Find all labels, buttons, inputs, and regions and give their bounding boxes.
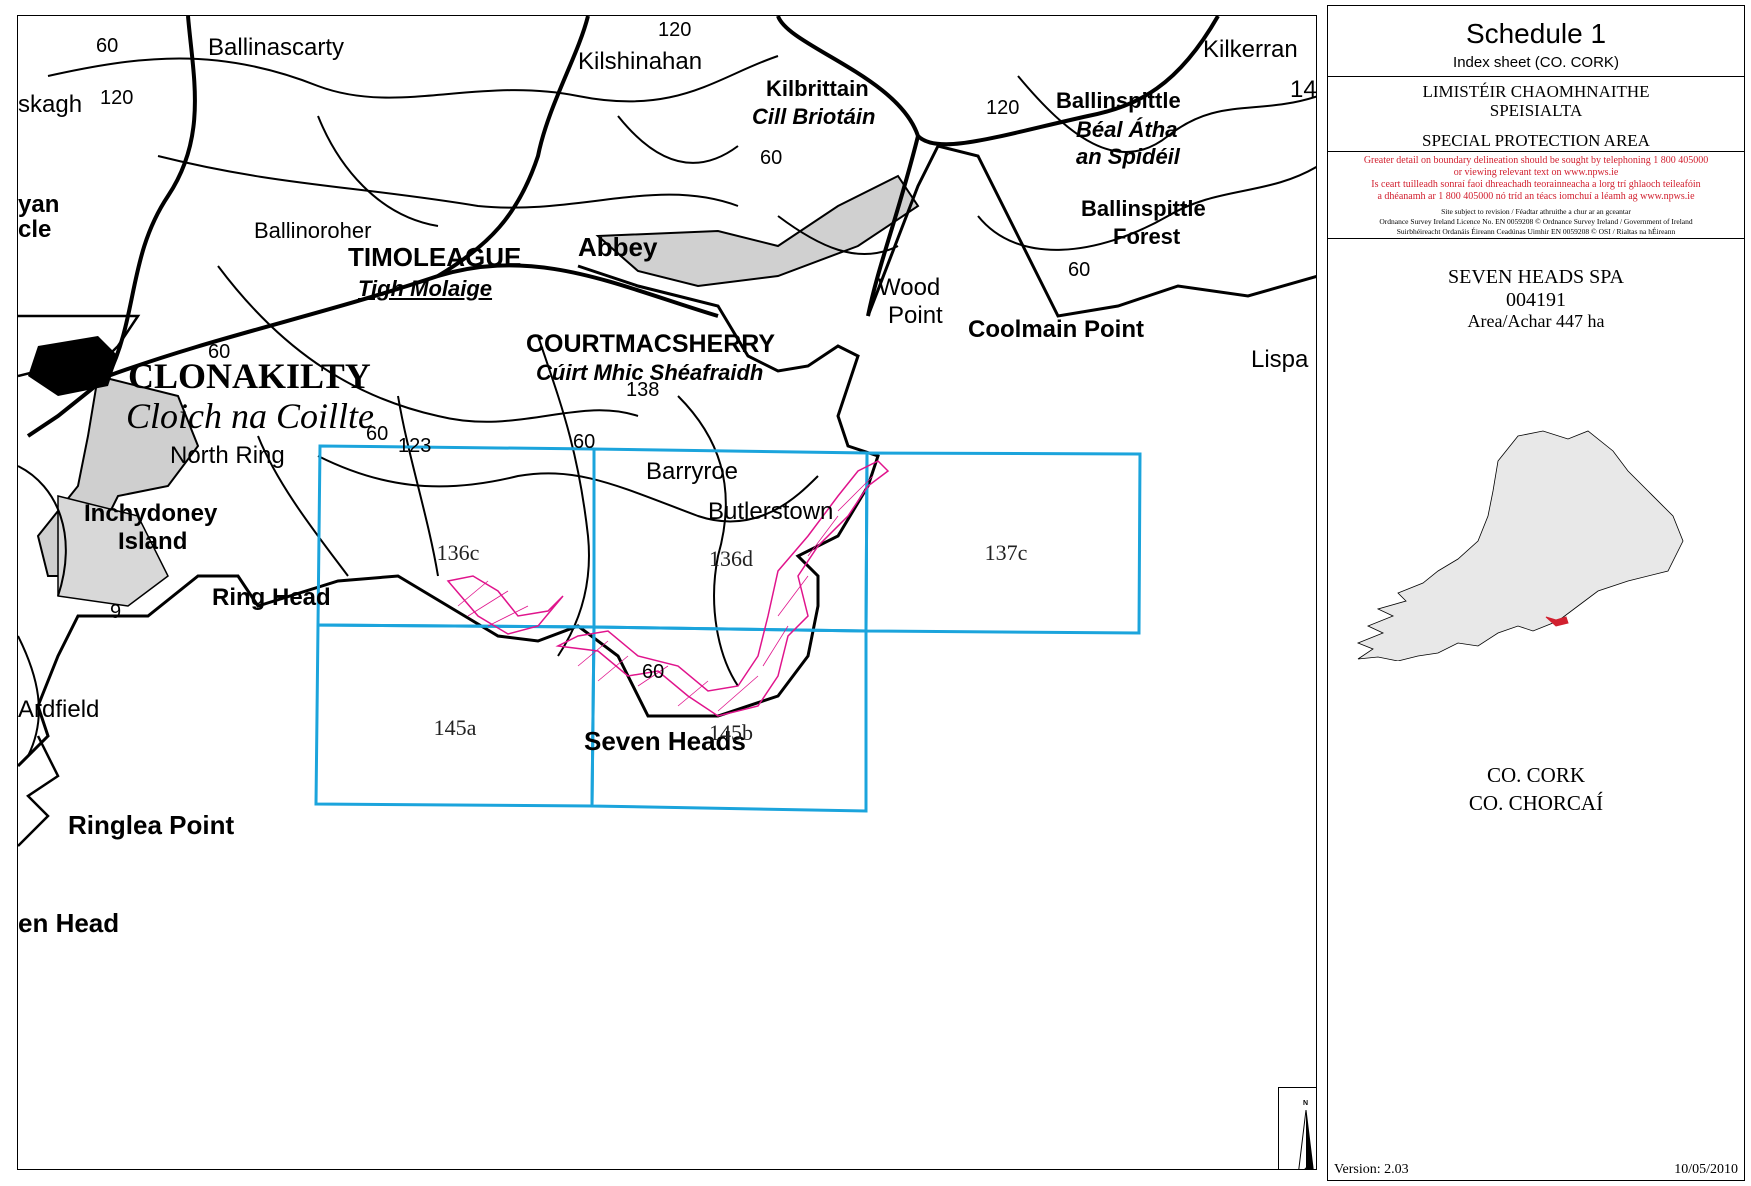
place-point: Point — [888, 302, 943, 329]
place-skagh: skagh — [18, 91, 83, 118]
north-arrow-icon — [1298, 1109, 1314, 1169]
site-code: 004191 — [1506, 289, 1566, 311]
contour-label: 60 — [760, 147, 783, 169]
contour-label: 14 — [1290, 76, 1317, 103]
place-timoleague: TIMOLEAGUE — [348, 242, 522, 272]
site-name: SEVEN HEADS SPA — [1448, 266, 1624, 288]
place-tigh-molaige: Tigh Molaige — [358, 276, 493, 301]
site-area: Area/Achar 447 ha — [1467, 311, 1605, 331]
contour-label: 60 — [642, 661, 665, 683]
divider — [1328, 238, 1744, 239]
sheet-label-136c[interactable]: 136c — [437, 540, 480, 566]
contour-label: 120 — [658, 19, 692, 41]
place-courtmacsherry: COURTMACSHERRY — [526, 330, 776, 358]
sheet-label-145a[interactable]: 145a — [434, 715, 477, 741]
place-ring-head: Ring Head — [212, 584, 331, 611]
irish-title-2: SPEISIALTA — [1489, 101, 1583, 120]
place-ballinspittle-forest: Ballinspittle — [1081, 196, 1206, 221]
divider — [1328, 151, 1744, 152]
place-yan: yan — [18, 191, 60, 218]
place-inchydoney: Inchydoney — [84, 500, 218, 527]
place-lispa: Lispa — [1251, 346, 1309, 373]
map-frame[interactable]: Ballinascarty Kilshinahan Kilbrittain Ci… — [17, 15, 1317, 1170]
contour-label: 60 — [366, 423, 389, 445]
estuary-flats — [595, 174, 920, 288]
place-clonakilty: CLONAKILTY — [128, 356, 371, 396]
place-island: Island — [118, 528, 188, 555]
date: 10/05/2010 — [1674, 1162, 1738, 1177]
version: Version: 2.03 — [1334, 1162, 1409, 1177]
fine-print: Site subject to revision / Féadtar athru… — [1441, 207, 1631, 216]
place-coolmain-point: Coolmain Point — [968, 316, 1144, 343]
notice-line: a dhéanamh ar 1 800 405000 nó tríd an té… — [1377, 191, 1695, 202]
english-title: SPECIAL PROTECTION AREA — [1422, 131, 1650, 150]
fine-print: Suirbhéireacht Ordanáis Éireann Ceadúnas… — [1396, 227, 1676, 236]
divider — [1328, 76, 1744, 77]
sheet-label-145b[interactable]: 145b — [709, 720, 753, 746]
contour-label: 123 — [398, 435, 432, 457]
county-ga: CO. CHORCAÍ — [1468, 791, 1604, 815]
place-ardfield: Ardfield — [18, 696, 100, 723]
place-forest: Forest — [1113, 224, 1181, 249]
info-panel: Schedule 1 Index sheet (CO. CORK) LIMIST… — [1327, 5, 1745, 1181]
county-en: CO. CORK — [1486, 763, 1586, 787]
notice-line: or viewing relevant text on www.npws.ie — [1453, 167, 1619, 178]
notice-line: Greater detail on boundary delineation s… — [1363, 155, 1709, 166]
contour-label: 60 — [573, 431, 596, 453]
contour-label: 9 — [110, 601, 122, 623]
place-en-head: en Head — [18, 908, 120, 938]
place-barryroe: Barryroe — [646, 458, 739, 485]
contour-label: 120 — [100, 87, 134, 109]
place-an-spideil: an Spidéil — [1076, 144, 1180, 169]
panel-title: Schedule 1 — [1465, 18, 1607, 49]
contour-label: 138 — [626, 379, 660, 401]
contour-label: 60 — [1068, 259, 1091, 281]
place-kilkerran: Kilkerran — [1203, 36, 1298, 63]
place-ballinspittle: Ballinspittle — [1056, 88, 1181, 113]
notice-line: Is ceart tuilleadh sonraí faoi dhreachad… — [1371, 179, 1701, 190]
place-kilbrittain: Kilbrittain — [766, 76, 869, 101]
place-north-ring: North Ring — [170, 442, 285, 469]
place-cill-briotain: Cill Briotáin — [752, 104, 876, 129]
place-ballinascarty: Ballinascarty — [208, 34, 345, 61]
place-kilshinahan: Kilshinahan — [578, 48, 703, 75]
irish-title-1: LIMISTÉIR CHAOMHNAITHE — [1422, 82, 1650, 101]
place-cle: cle — [18, 216, 52, 243]
place-butlerstown: Butlerstown — [708, 498, 834, 525]
north-arrow: N — [1278, 1087, 1316, 1169]
place-cloich-na-coillte: Cloich na Coillte — [126, 396, 374, 436]
contour-label: 60 — [96, 35, 119, 57]
place-abbey: Abbey — [578, 232, 658, 262]
contour-label: 60 — [208, 341, 231, 363]
panel-subtitle: Index sheet (CO. CORK) — [1453, 54, 1619, 71]
place-ballinoroher: Ballinoroher — [254, 218, 372, 243]
place-wood: Wood — [878, 274, 941, 301]
coastline-southwest — [18, 735, 60, 847]
county-locator-map — [1356, 430, 1684, 661]
sheet-label-136d[interactable]: 136d — [709, 546, 753, 572]
place-ringlea-point: Ringlea Point — [68, 810, 235, 840]
fine-print: Ordnance Survey Ireland Licence No. EN 0… — [1379, 217, 1693, 226]
sheet-label-137c[interactable]: 137c — [985, 540, 1028, 566]
contour-label: 120 — [986, 97, 1020, 119]
place-beal-atha: Béal Átha — [1076, 117, 1178, 142]
